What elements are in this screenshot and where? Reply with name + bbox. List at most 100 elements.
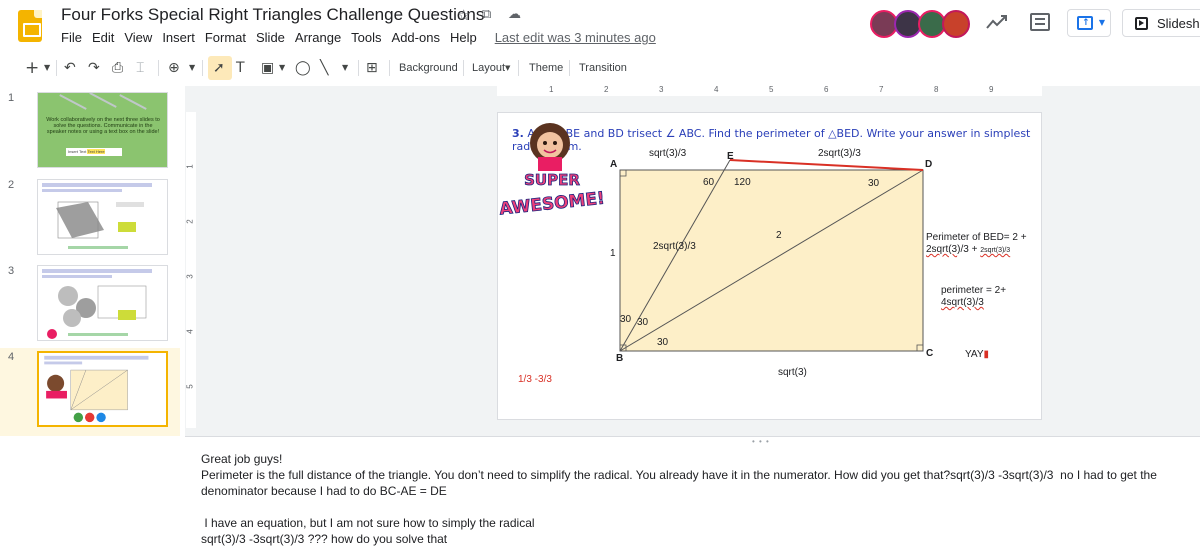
title-bar: Four Forks Special Right Triangles Chall… <box>0 0 1200 50</box>
sticker-line2: AWESOME! <box>498 189 605 220</box>
ruler-tick: 7 <box>879 85 884 94</box>
image-icon[interactable]: ▣ <box>261 54 274 82</box>
angle-30-b2-label[interactable]: 30 <box>637 317 648 328</box>
perimeter1-tail: )/3 + <box>957 244 978 255</box>
menu-tools[interactable]: Tools <box>351 30 381 45</box>
bc-length-label[interactable]: sqrt(3) <box>778 367 807 378</box>
image-dropdown-icon[interactable]: ▼ <box>279 54 285 82</box>
menu-insert[interactable]: Insert <box>162 30 195 45</box>
paint-format-icon[interactable]: ⌶ <box>136 54 144 82</box>
divider <box>463 60 464 76</box>
document-title[interactable]: Four Forks Special Right Triangles Chall… <box>61 5 484 25</box>
ruler-tick: 2 <box>604 85 609 94</box>
slideshow-label: Slidesho <box>1157 16 1200 31</box>
horizontal-ruler[interactable]: 1 2 3 4 5 6 7 8 9 <box>497 85 1042 96</box>
select-cursor-icon[interactable]: ➚ <box>213 54 225 82</box>
comment-history-icon[interactable] <box>1030 13 1050 31</box>
angle-30-d-label[interactable]: 30 <box>868 178 879 189</box>
notes-divider[interactable] <box>185 436 1200 437</box>
super-awesome-sticker[interactable]: SUPER AWESOME! <box>498 113 606 225</box>
zoom-icon[interactable]: ⊕ <box>168 54 180 82</box>
arrow-up-icon: ↑ <box>1082 18 1090 28</box>
menu-view[interactable]: View <box>124 30 152 45</box>
perimeter-answer-1[interactable]: Perimeter of BED= 2 + 2sqrt(3)/3 + 2sqrt… <box>926 232 1027 257</box>
ruler-tick: 3 <box>659 85 664 94</box>
slide-thumbnail-4[interactable] <box>37 351 168 427</box>
menu-file[interactable]: File <box>61 30 82 45</box>
menu-addons[interactable]: Add-ons <box>392 30 440 45</box>
cloud-status-icon[interactable]: ☁ <box>508 7 521 22</box>
move-folder-icon[interactable]: ⧉ <box>482 7 491 22</box>
ruler-tick: 9 <box>989 85 994 94</box>
red-note-text[interactable]: 1/3 -3/3 <box>518 374 552 385</box>
collaborator-avatars <box>870 10 970 38</box>
text-box-icon[interactable]: T <box>236 54 245 82</box>
speaker-notes[interactable]: Great job guys! Perimeter is the full di… <box>201 451 1200 547</box>
menu-arrange[interactable]: Arrange <box>295 30 341 45</box>
ae-length-label[interactable]: sqrt(3)/3 <box>649 148 686 159</box>
redo-icon[interactable]: ↷ <box>88 54 100 82</box>
divider <box>569 60 570 76</box>
last-edit-link[interactable]: Last edit was 3 minutes ago <box>495 30 656 45</box>
slide-thumbnail-3[interactable] <box>37 265 168 341</box>
angle-30-b3-label[interactable]: 30 <box>657 337 668 348</box>
notes-resize-handle-icon[interactable]: • • • <box>752 437 770 446</box>
menu-help[interactable]: Help <box>450 30 477 45</box>
slide2-preview <box>42 183 152 249</box>
slide1-text-box: Insert Text Text Here <box>66 148 122 156</box>
perimeter-answer-2[interactable]: perimeter = 2+ 4sqrt(3)/3 <box>941 285 1006 309</box>
print-icon[interactable]: ⎙ <box>112 54 123 82</box>
pushpin-decoration <box>89 93 117 108</box>
be-length-label[interactable]: 2sqrt(3)/3 <box>653 241 696 252</box>
shape-icon[interactable]: ◯ <box>295 54 311 82</box>
perimeter1-radical: 2sqrt(3 <box>926 244 958 255</box>
activity-dashboard-icon[interactable] <box>986 14 1008 30</box>
angle-120-label[interactable]: 120 <box>734 177 751 188</box>
slide-thumbnail-2[interactable] <box>37 179 168 255</box>
angle-30-b1-label[interactable]: 30 <box>620 314 631 325</box>
ruler-tick: 4 <box>185 329 195 334</box>
undo-icon[interactable]: ↶ <box>64 54 76 82</box>
slideshow-button[interactable]: Slidesho <box>1122 9 1200 37</box>
slide1-instructions: Work collaboratively on the next three s… <box>46 117 160 135</box>
slide-thumbnail-1[interactable]: Work collaboratively on the next three s… <box>37 92 168 168</box>
menu-slide[interactable]: Slide <box>256 30 285 45</box>
background-button[interactable]: Background <box>399 54 458 82</box>
layout-dropdown-icon[interactable]: ▼ <box>505 54 510 82</box>
line-dropdown-icon[interactable]: ▼ <box>342 54 348 82</box>
line-icon[interactable]: ╲ <box>320 54 328 82</box>
layout-button[interactable]: Layout <box>472 54 505 82</box>
divider <box>518 60 519 76</box>
slides-logo-icon[interactable] <box>18 10 42 42</box>
theme-button[interactable]: Theme <box>529 54 563 82</box>
pushpin-decoration <box>119 94 147 110</box>
add-comment-icon[interactable]: ⊞ <box>366 54 378 82</box>
angle-60-label[interactable]: 60 <box>703 177 714 188</box>
vertical-ruler[interactable]: 1 2 3 4 5 <box>186 112 196 428</box>
new-slide-dropdown-icon[interactable]: ▼ <box>44 54 50 82</box>
divider <box>202 60 203 76</box>
slide-number: 1 <box>8 92 15 104</box>
ruler-tick: 8 <box>934 85 939 94</box>
ed-length-label[interactable]: 2sqrt(3)/3 <box>818 148 861 159</box>
avatar[interactable] <box>942 10 970 38</box>
play-icon <box>1135 17 1148 30</box>
present-to-meeting-button[interactable]: ↑ ▼ <box>1067 9 1111 37</box>
menu-edit[interactable]: Edit <box>92 30 114 45</box>
zoom-dropdown-icon[interactable]: ▼ <box>189 54 195 82</box>
ruler-tick: 1 <box>549 85 554 94</box>
ab-length-label[interactable]: 1 <box>610 248 616 259</box>
yay-text[interactable]: YAY▮ <box>965 349 989 360</box>
bd-length-label[interactable]: 2 <box>776 230 782 241</box>
ruler-tick: 1 <box>185 164 195 169</box>
new-slide-icon[interactable]: + <box>25 54 39 82</box>
current-slide[interactable]: 3. AB=1, BE and BD trisect ∠ ABC. Find t… <box>497 112 1042 420</box>
menu-format[interactable]: Format <box>205 30 246 45</box>
transition-button[interactable]: Transition <box>579 54 627 82</box>
slide-number: 4 <box>8 351 15 363</box>
chevron-down-icon: ▼ <box>1098 18 1105 27</box>
ruler-tick: 4 <box>714 85 719 94</box>
divider <box>389 60 390 76</box>
slide-filmstrip: 1 Work collaboratively on the next three… <box>0 86 180 436</box>
star-icon[interactable]: ☆ <box>457 6 470 24</box>
